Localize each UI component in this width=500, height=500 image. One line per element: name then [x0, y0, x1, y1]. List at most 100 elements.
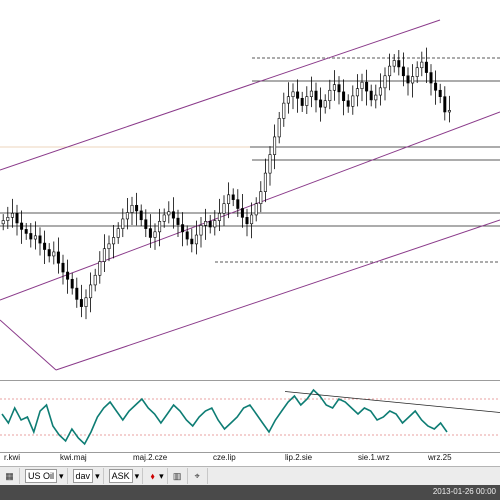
candle-body — [121, 218, 125, 229]
trading-chart-window: r.kwi kwi.maj maj.2.cze cze.lip lip.2.sie sie… — [0, 0, 500, 500]
time-axis-label: sie.1.wrz — [358, 453, 390, 462]
candle-body — [75, 287, 79, 300]
candle-body — [401, 66, 405, 77]
candle-body — [227, 194, 231, 204]
chart-toolbar: ▦ US Oil ▾ dav ▾ ASK ▾ ⬧ ▾ ▥ ⌖ — [0, 466, 500, 485]
upper-channel — [0, 19, 441, 171]
candle-body — [378, 87, 382, 96]
candle-body — [112, 237, 116, 245]
candle-body — [254, 203, 258, 216]
status-bar: 2013-01-26 00:00 — [0, 485, 500, 500]
candle-body — [273, 136, 277, 155]
candle-body — [406, 75, 410, 84]
candle-body — [309, 90, 313, 97]
candle-body — [397, 60, 401, 68]
candle-body — [47, 249, 51, 257]
candle-body — [79, 299, 83, 307]
candle-body — [374, 94, 378, 101]
candle-body — [424, 61, 428, 73]
candle-body — [98, 261, 102, 276]
candle-body — [323, 100, 327, 108]
candle-body — [61, 262, 65, 273]
candle-body — [116, 228, 120, 238]
candle-body — [236, 199, 240, 209]
symbol-selector[interactable]: US Oil ▾ — [20, 468, 68, 484]
candle-body — [291, 91, 295, 97]
time-axis-label: maj.2.cze — [133, 453, 168, 462]
candle-body — [222, 203, 226, 214]
candle-body — [245, 217, 249, 225]
candle-body — [268, 154, 272, 174]
candle-body — [89, 284, 93, 299]
candle-body — [204, 221, 208, 226]
candle-body — [342, 91, 346, 102]
candle-body — [148, 228, 152, 238]
price-type-selector[interactable]: ASK ▾ — [104, 468, 144, 484]
candle-body — [213, 220, 217, 228]
candle-body — [263, 172, 267, 192]
chevron-down-icon: ▾ — [134, 470, 140, 481]
candle-body — [139, 210, 143, 221]
candle-body — [319, 99, 323, 108]
candle-body — [194, 234, 198, 245]
price-type-select[interactable]: ASK — [108, 469, 133, 483]
candle-body — [135, 204, 139, 212]
cursor-tool[interactable]: ⌖ — [188, 468, 208, 484]
pane-separator[interactable] — [0, 380, 500, 381]
chevron-down-icon: ▾ — [95, 470, 100, 481]
candle-body — [167, 211, 171, 216]
timestamp-readout: 2013-01-26 00:00 — [432, 487, 496, 496]
candle-body — [52, 251, 56, 257]
time-axis-label: kwi.maj — [60, 453, 87, 462]
candle-body — [328, 89, 332, 102]
candle-body — [84, 297, 88, 307]
candle-body — [332, 84, 336, 91]
candle-body — [277, 118, 281, 138]
candle-body — [314, 90, 318, 101]
pin-icon[interactable]: ⬧ — [146, 470, 159, 483]
grid-icon[interactable]: ▥ — [171, 470, 184, 483]
candle-body — [438, 89, 442, 97]
candle-body — [70, 278, 74, 289]
time-axis-label: wrz.25 — [428, 453, 452, 462]
candle-body — [29, 233, 33, 240]
channel-connector — [0, 319, 57, 371]
symbol-select[interactable]: US Oil — [25, 469, 58, 483]
time-axis-label: r.kwi — [4, 453, 20, 462]
candle-body — [388, 65, 392, 77]
chart-icon[interactable]: ▦ — [3, 470, 16, 483]
candle-body — [217, 213, 221, 221]
time-axis: r.kwi kwi.maj maj.2.cze cze.lip lip.2.sie sie… — [0, 452, 500, 466]
interval-select[interactable]: dav — [72, 469, 94, 483]
candle-body — [43, 242, 47, 250]
candle-body — [20, 222, 24, 230]
candle-body — [351, 95, 355, 107]
candle-body — [33, 235, 37, 240]
candle-body — [383, 75, 387, 89]
oscillator-line — [1, 388, 448, 446]
candle-body — [38, 235, 42, 244]
time-axis-label: cze.lip — [213, 453, 236, 462]
candle-body — [93, 274, 97, 286]
candle-body — [56, 251, 60, 264]
candle-body — [300, 98, 304, 106]
price-chart[interactable] — [0, 0, 500, 380]
candle-body — [190, 238, 194, 245]
candle-body — [443, 96, 447, 113]
oscillator-chart[interactable] — [0, 382, 500, 452]
crosshair-icon[interactable]: ⌖ — [191, 470, 204, 483]
candle-body — [447, 110, 451, 113]
marker-tool[interactable]: ⬧ ▾ — [143, 468, 168, 484]
interval-selector[interactable]: dav ▾ — [68, 468, 104, 484]
candle-body — [144, 219, 148, 229]
candle-body — [162, 214, 166, 222]
toolbar-chart-icon-slot[interactable]: ▦ — [0, 468, 20, 484]
candle-body — [240, 208, 244, 218]
candle-body — [24, 229, 28, 234]
grid-tool[interactable]: ▥ — [168, 468, 188, 484]
candle-body — [176, 217, 180, 225]
candle-body — [6, 217, 10, 221]
candle-body — [411, 76, 415, 84]
middle-channel — [0, 111, 500, 301]
chevron-down-icon: ▾ — [59, 470, 64, 481]
